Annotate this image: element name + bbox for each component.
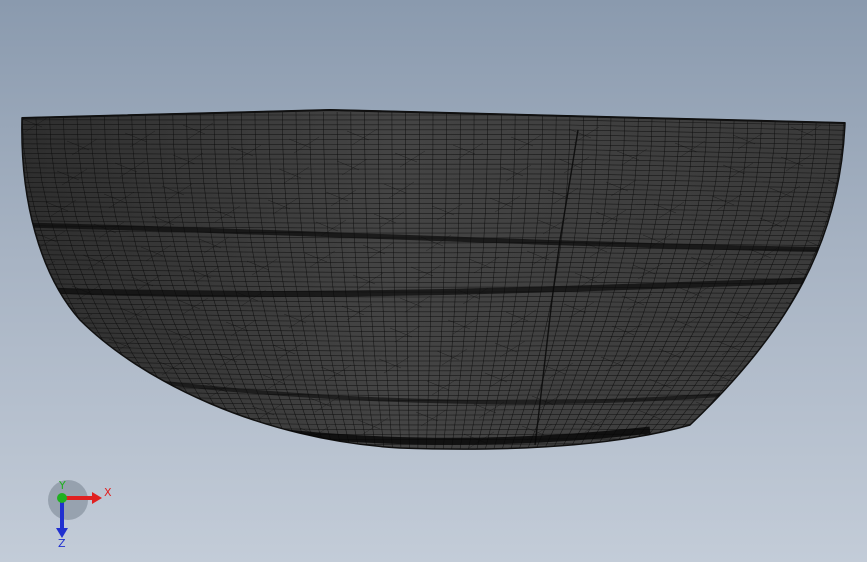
y-axis-label: Y: [58, 479, 66, 492]
x-axis-label: X: [104, 486, 112, 499]
bowl-model[interactable]: [0, 0, 867, 562]
axis-triad: X Y Z: [48, 479, 112, 548]
y-axis-dot: [57, 493, 67, 503]
z-axis-label: Z: [58, 537, 66, 548]
graphics-viewport[interactable]: X Y Z: [0, 0, 867, 562]
x-axis-arrow: [92, 492, 102, 504]
bowl-surface[interactable]: [21, 109, 846, 450]
